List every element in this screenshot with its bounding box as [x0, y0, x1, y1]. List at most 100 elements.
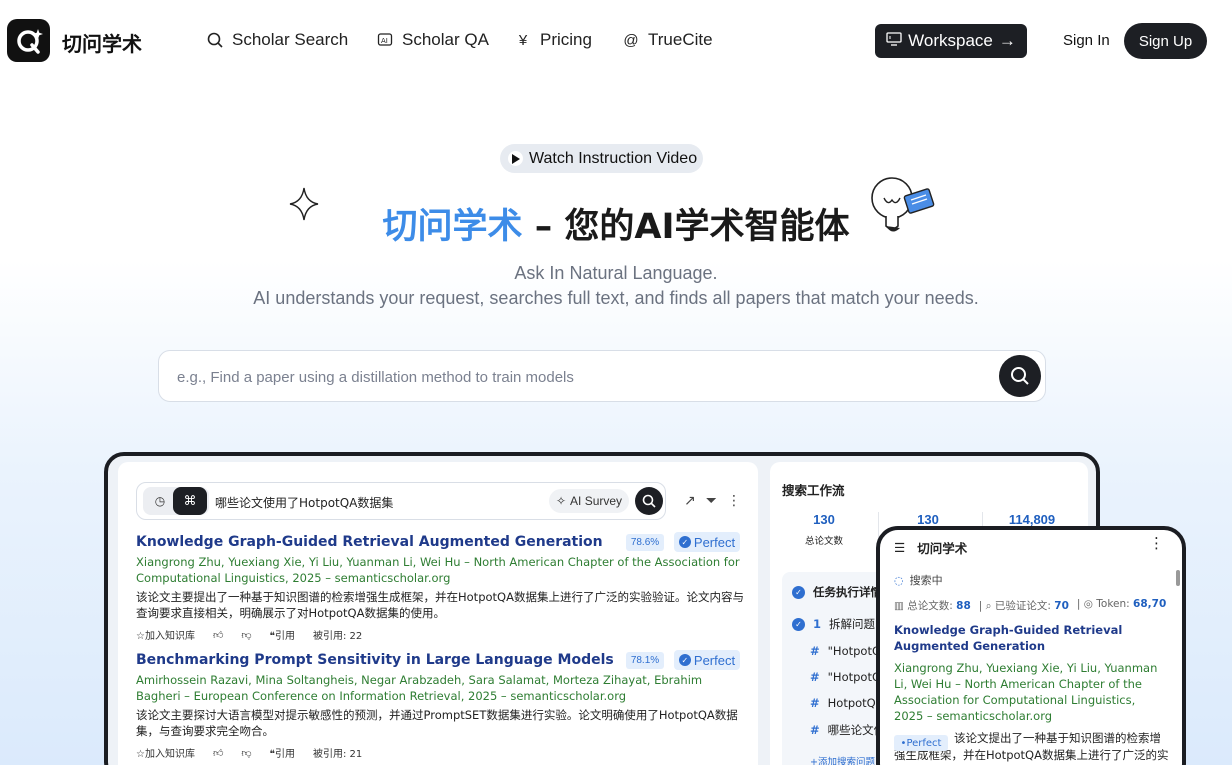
subquery-item[interactable]: # HotpotQA: [810, 696, 884, 710]
mode-toggle[interactable]: ◷ ⌘: [143, 487, 209, 515]
cited-by-count: 被引用: 21: [312, 749, 363, 760]
mobile-status-label: 搜索中: [909, 574, 943, 587]
sparkle-small-icon: ✧: [555, 494, 567, 508]
nav-scholar-qa[interactable]: AI Scholar QA: [376, 30, 489, 50]
ai-chat-icon: AI: [376, 31, 394, 49]
hash-icon: #: [810, 696, 820, 710]
paper-result[interactable]: Knowledge Graph-Guided Retrieval Augment…: [136, 532, 746, 642]
preview-search-button[interactable]: [635, 487, 663, 515]
more-icon[interactable]: ⋮: [1149, 534, 1164, 552]
preview-query-bar: ◷ ⌘ 哪些论文使用了HotpotQA数据集 ✧ AI Survey: [136, 482, 666, 520]
task-header-label: 任务执行详情: [813, 585, 882, 599]
arrow-right-icon: →: [998, 31, 1016, 50]
thumbs-down-icon[interactable]: 👎︎: [241, 747, 251, 759]
paper-actions: ☆加入知识库 👍︎ 👎︎ ❝引用 被引用: 21: [136, 745, 746, 761]
perfect-badge: ✓ Perfect: [674, 532, 740, 552]
add-to-kb-label: 加入知识库: [144, 631, 195, 642]
yen-icon: ¥: [518, 31, 528, 49]
add-query-link[interactable]: +添加搜索问题: [810, 754, 875, 765]
thumbs-up-icon[interactable]: 👍︎: [213, 629, 223, 641]
paper-result[interactable]: Benchmarking Prompt Sensitivity in Large…: [136, 650, 746, 761]
nav-truecite-label: TrueCite: [648, 30, 713, 49]
search-icon: [642, 494, 656, 508]
thumbs-up-icon[interactable]: 👍︎: [213, 747, 223, 759]
sign-in-link[interactable]: Sign In: [1063, 32, 1110, 49]
nav-scholar-qa-label: Scholar QA: [402, 30, 489, 49]
mobile-stat-total: ▥ 总论文数: 88: [894, 600, 971, 612]
mobile-paper-title[interactable]: Knowledge Graph-Guided Retrieval Augment…: [894, 622, 1166, 654]
stat-verified: 130: [876, 512, 980, 527]
paper-score: 78.1%: [626, 652, 664, 669]
mobile-stat-total-value: 88: [956, 600, 971, 612]
mobile-scrollbar[interactable]: [1176, 570, 1180, 586]
nav-pricing[interactable]: ¥ Pricing: [514, 30, 592, 50]
watch-video-button[interactable]: Watch Instruction Video: [500, 144, 703, 173]
mobile-stat-total-label: 总论文数:: [907, 600, 953, 612]
ai-survey-label: AI Survey: [570, 494, 623, 508]
more-icon[interactable]: ⋮: [727, 492, 741, 509]
stat-value: 130: [917, 512, 939, 527]
perfect-badge-label: Perfect: [693, 534, 736, 550]
check-circle-icon: ✓: [792, 617, 805, 631]
mobile-stat-verified-label: 已验证论文:: [994, 600, 1051, 612]
mobile-header: ☰ 切问学术: [894, 538, 967, 557]
check-circle-icon: ✓: [792, 585, 805, 599]
nav-scholar-search[interactable]: Scholar Search: [206, 30, 348, 50]
mobile-stat-verified-value: 70: [1054, 600, 1069, 612]
hero-title-rest: – 您的AI学术智能体: [522, 207, 850, 247]
stat-total-papers: 130 总论文数: [772, 512, 876, 547]
search-icon: [206, 31, 224, 49]
preview-results-panel: ◷ ⌘ 哪些论文使用了HotpotQA数据集 ✧ AI Survey ↗ ⏷ ⋮…: [118, 462, 758, 765]
thumbs-down-icon[interactable]: 👎︎: [241, 629, 251, 641]
add-to-kb-button[interactable]: ☆加入知识库: [136, 627, 195, 642]
hash-icon: #: [810, 644, 820, 658]
main-search-box: [158, 350, 1046, 402]
top-navbar: 切问学术 Scholar Search AI Scholar QA ¥ Pric…: [0, 0, 1232, 82]
play-icon: [508, 151, 523, 166]
mobile-preview: ☰ 切问学术 ⋮ ◌ 搜索中 ▥ 总论文数: 88 | ⌕ 已验证论文: 70 …: [876, 526, 1186, 765]
cite-button[interactable]: ❝引用: [270, 745, 295, 760]
main-search-input[interactable]: [177, 365, 977, 389]
hero-title-brand: 切问学术: [382, 207, 523, 247]
mobile-perfect-badge: • Perfect: [894, 735, 948, 751]
task-header[interactable]: ✓ 任务执行详情: [792, 584, 882, 600]
stat-value: 114,809: [1008, 512, 1056, 527]
preview-toolbar: ↗ ⏷ ⋮: [684, 492, 741, 509]
workspace-button[interactable]: Workspace →: [875, 24, 1027, 58]
paper-authors: Amirhossein Razavi, Mina Soltangheis, Ne…: [136, 673, 703, 703]
cite-button[interactable]: ❝引用: [270, 627, 295, 642]
workspace-label: Workspace: [908, 31, 993, 50]
mobile-stat-verified: | ⌕ 已验证论文: 70: [978, 600, 1069, 612]
filter-icon[interactable]: ⏷: [706, 492, 717, 509]
subquery-item[interactable]: # 哪些论文使: [810, 722, 885, 738]
mobile-stats: ▥ 总论文数: 88 | ⌕ 已验证论文: 70 | ◎ Token: 68,7…: [894, 598, 1166, 613]
task-step[interactable]: ✓ 1 拆解问题: [792, 616, 875, 632]
sign-up-button[interactable]: Sign Up: [1124, 23, 1207, 59]
share-icon[interactable]: ↗: [684, 492, 696, 509]
paper-score: 78.6%: [626, 534, 664, 551]
menu-icon[interactable]: ☰: [894, 540, 905, 555]
ai-survey-button[interactable]: ✧ AI Survey: [549, 489, 629, 513]
hero-title: 切问学术 – 您的AI学术智能体: [0, 198, 1232, 249]
history-icon[interactable]: ◷: [147, 489, 173, 513]
nav-scholar-search-label: Scholar Search: [232, 30, 349, 49]
add-to-kb-button[interactable]: ☆加入知识库: [136, 745, 195, 760]
logo-text[interactable]: 切问学术: [62, 28, 142, 57]
monitor-icon: [886, 31, 902, 51]
main-search-button[interactable]: [999, 355, 1041, 397]
mobile-stat-token-value: 68,70: [1133, 598, 1167, 610]
nav-truecite[interactable]: @ TrueCite: [622, 30, 713, 50]
watch-video-label: Watch Instruction Video: [529, 149, 698, 167]
hash-icon: #: [810, 723, 820, 737]
at-icon: @: [623, 31, 639, 49]
paper-authors: Xiangrong Zhu, Yuexiang Xie, Yi Liu, Yua…: [136, 555, 740, 585]
mobile-stat-token-label: Token:: [1096, 598, 1130, 610]
mobile-paper-authors: Xiangrong Zhu, Yuexiang Xie, Yi Liu, Yua…: [894, 661, 1158, 723]
cite-label: 引用: [274, 749, 295, 760]
stat-tokens: 114,809: [980, 512, 1084, 527]
search-icon: [1011, 367, 1029, 385]
perfect-badge: ✓ Perfect: [674, 650, 740, 670]
logo-icon[interactable]: [7, 19, 50, 62]
grid-icon[interactable]: ⌘: [173, 487, 207, 515]
nav-pricing-label: Pricing: [540, 30, 592, 49]
